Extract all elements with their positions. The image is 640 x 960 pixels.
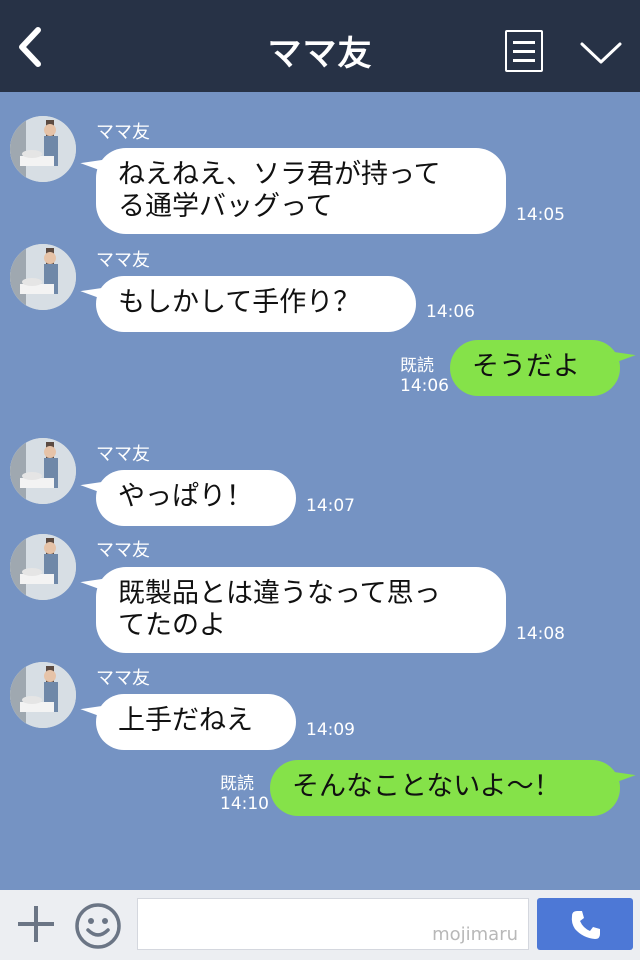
message-time: 14:07 — [306, 496, 355, 516]
message-time: 14:06 — [426, 302, 475, 322]
message-bubble[interactable]: やっぱり！ — [96, 470, 296, 526]
message-bubble[interactable]: 既製品とは違うなって思っ てたのよ — [96, 567, 506, 653]
message-time: 14:09 — [306, 720, 355, 740]
avatar[interactable] — [10, 116, 76, 182]
chat-header: ママ友 — [0, 0, 640, 92]
avatar[interactable] — [10, 662, 76, 728]
message-bubble[interactable]: そんなことないよ〜！ — [270, 760, 620, 816]
read-receipt: 既読 14:10 — [220, 774, 269, 814]
smiley-icon[interactable] — [74, 902, 122, 950]
call-button[interactable] — [537, 898, 633, 950]
read-label: 既読 — [220, 774, 254, 794]
avatar[interactable] — [10, 244, 76, 310]
message-bubble[interactable]: もしかして手作り？ — [96, 276, 416, 332]
sender-name: ママ友 — [96, 444, 150, 465]
read-receipt: 既読 14:06 — [400, 356, 449, 396]
watermark: mojimaru — [432, 924, 518, 945]
menu-icon[interactable] — [505, 30, 543, 72]
message-bubble[interactable]: そうだよ — [450, 340, 620, 396]
avatar[interactable] — [10, 534, 76, 600]
sender-name: ママ友 — [96, 540, 150, 561]
chevron-down-icon[interactable] — [578, 38, 624, 68]
message-time: 14:05 — [516, 205, 565, 225]
message-list[interactable]: ママ友 ねえねえ、ソラ君が持って る通学バッグって 14:05 ママ友 もしかし… — [0, 92, 640, 890]
sender-name: ママ友 — [96, 122, 150, 143]
message-bubble[interactable]: 上手だねえ — [96, 694, 296, 750]
sender-name: ママ友 — [96, 250, 150, 271]
message-bubble[interactable]: ねえねえ、ソラ君が持って る通学バッグって — [96, 148, 506, 234]
input-bar: mojimaru — [0, 890, 640, 960]
message-time: 14:06 — [400, 376, 449, 396]
avatar[interactable] — [10, 438, 76, 504]
sender-name: ママ友 — [96, 668, 150, 689]
message-input[interactable]: mojimaru — [137, 898, 529, 950]
message-time: 14:10 — [220, 794, 269, 814]
chat-title: ママ友 — [267, 34, 373, 74]
phone-icon — [569, 908, 603, 946]
plus-icon[interactable] — [16, 904, 56, 944]
message-time: 14:08 — [516, 624, 565, 644]
read-label: 既読 — [400, 356, 434, 376]
